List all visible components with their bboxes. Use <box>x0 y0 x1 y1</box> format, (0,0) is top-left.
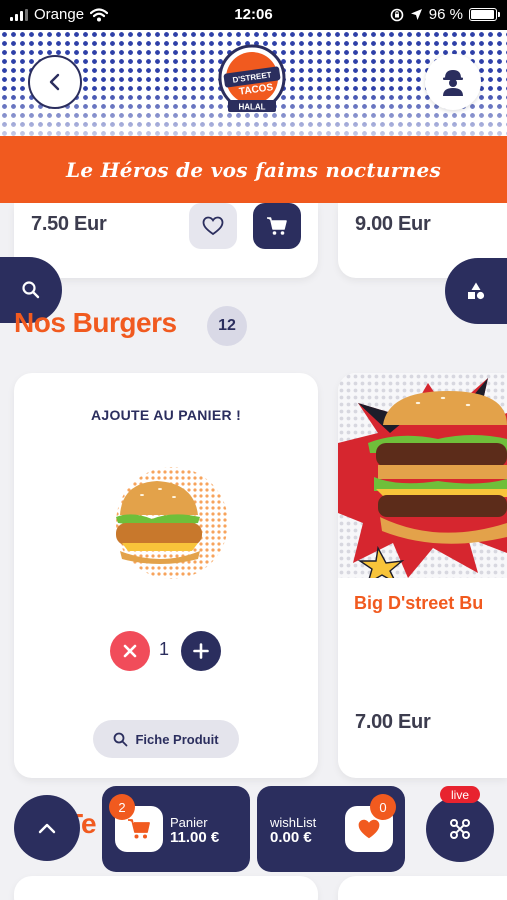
tagline-banner: Le Héros de vos faims nocturnes <box>0 136 507 203</box>
product-price: 9.00 Eur <box>355 213 431 235</box>
quantity-value: 1 <box>159 639 170 659</box>
svg-text:HALAL: HALAL <box>238 103 265 112</box>
add-to-cart-title: AJOUTE AU PANIER ! <box>90 407 242 423</box>
shapes-icon <box>468 282 485 300</box>
decrease-quantity-button[interactable] <box>110 631 150 671</box>
back-button[interactable] <box>28 55 82 109</box>
search-icon <box>114 732 128 746</box>
brand-logo: D'STREET TACOS HALAL <box>218 44 286 112</box>
chicken-burger-image <box>116 467 228 579</box>
battery-icon <box>469 8 500 21</box>
heart-icon <box>358 819 380 839</box>
wishlist-button[interactable] <box>189 203 237 249</box>
wishlist-panel-label: wishList <box>270 815 317 830</box>
product-price: 7.50 Eur <box>31 213 107 235</box>
worker-avatar-icon <box>443 70 463 96</box>
search-icon <box>22 281 40 299</box>
battery-percent: 96 % <box>428 6 463 23</box>
burger-card: AJOUTE AU PANIER ! 1 Fiche Produit <box>14 373 318 778</box>
cart-panel-label: Panier <box>170 815 208 830</box>
location-icon <box>410 9 422 20</box>
increase-quantity-button[interactable] <box>181 631 221 671</box>
section-title: Nos Burgers <box>14 307 177 338</box>
product-card[interactable] <box>14 876 318 900</box>
product-sheet-label: Fiche Produit <box>135 731 219 747</box>
cart-icon <box>128 819 150 839</box>
header-banner: D'STREET TACOS HALAL <box>0 30 507 136</box>
live-menu-button[interactable] <box>426 796 494 862</box>
wishlist-total: 0.00 € <box>270 829 312 846</box>
rotation-lock-icon <box>390 8 404 21</box>
product-price: 7.00 Eur <box>355 711 431 733</box>
wishlist-panel[interactable]: wishList 0.00 € 0 <box>257 786 405 872</box>
section-count-badge: 12 <box>207 306 247 346</box>
categories-button[interactable] <box>445 258 507 324</box>
wishlist-count-badge: 0 <box>370 794 396 820</box>
chevron-up-icon <box>38 823 56 834</box>
product-name: Big D'street Bu <box>354 593 484 613</box>
burger-card[interactable]: Big D'street Bu 7.00 Eur <box>338 373 507 778</box>
product-sheet-button[interactable]: Fiche Produit <box>93 720 239 758</box>
cart-panel[interactable]: 2 Panier 11.00 € <box>102 786 250 872</box>
status-bar: Orange 12:06 96 % <box>0 0 507 30</box>
add-to-cart-button[interactable] <box>253 203 301 249</box>
big-burger-image <box>338 373 507 578</box>
scroll-top-button[interactable] <box>14 795 80 861</box>
product-card[interactable]: 7.50 Eur <box>14 203 318 278</box>
close-icon <box>123 644 137 658</box>
plus-icon <box>193 643 209 659</box>
live-badge: live <box>440 786 480 803</box>
product-card[interactable] <box>338 876 507 900</box>
tagline-text: Le Héros de vos faims nocturnes <box>65 157 442 182</box>
chevron-left-icon <box>49 73 60 91</box>
nodes-icon <box>450 819 470 839</box>
cart-count-badge: 2 <box>109 794 135 820</box>
heart-outline-icon <box>202 216 224 236</box>
cart-icon <box>267 217 287 235</box>
cart-total: 11.00 € <box>170 829 220 846</box>
account-button[interactable] <box>425 54 481 110</box>
